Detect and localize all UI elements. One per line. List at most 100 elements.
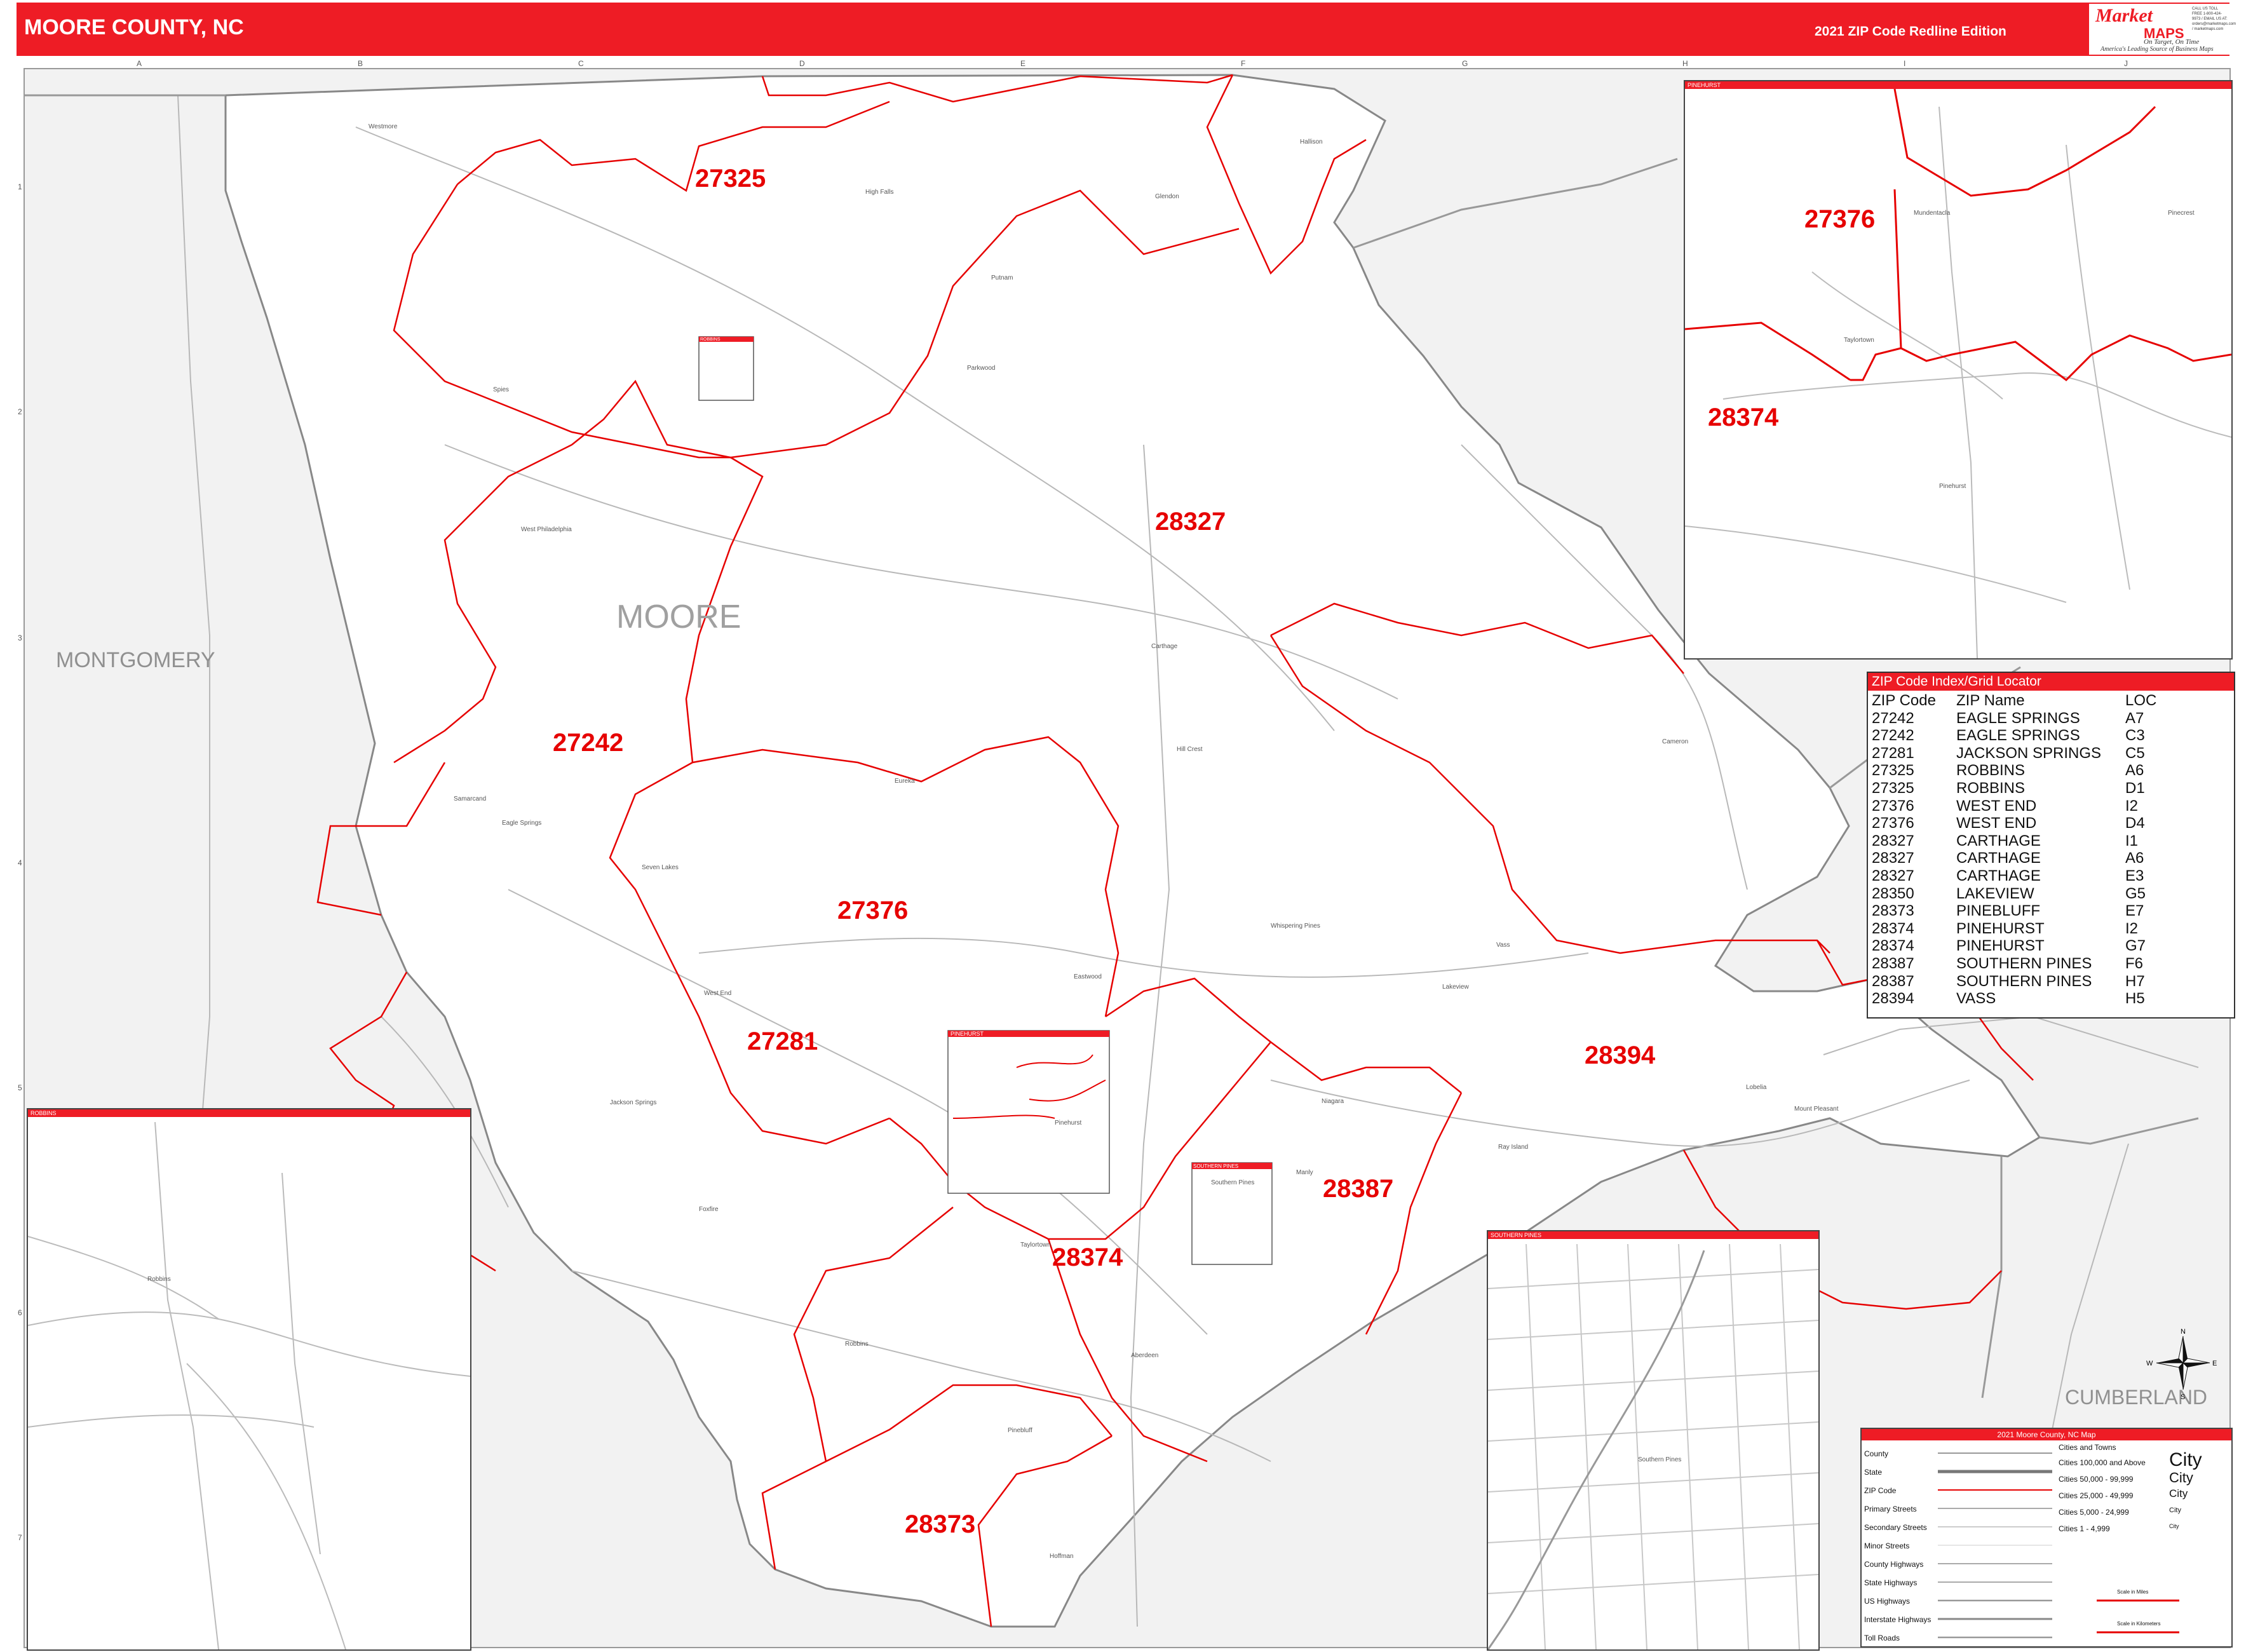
legend-county: County [1864,1449,1889,1458]
place-taylortown: Taylortown [1020,1242,1051,1249]
table-row: 28327 CARTHAGE E3 [1872,867,2144,884]
grid-col-g: G [1462,59,1468,68]
legend-interstate-highways: Interstate Highways [1864,1615,1931,1624]
place-southern-pines: Southern Pines [1211,1179,1254,1186]
place-hoffman: Hoffman [1050,1553,1074,1560]
southern-pines-marker-label: SOUTHERN PINES [1193,1163,1238,1169]
zip-index-grid: ZIP Code ZIP Name LOC 27242 EAGLE SPRINGS… [1872,692,2156,1008]
grid-col-a: A [137,59,142,68]
zip-label-28387: 28387 [1323,1175,1393,1203]
place-carthage: Carthage [1151,643,1178,650]
grid-row-5: 5 [18,1083,22,1092]
table-row: 27242 EAGLE SPRINGS C3 [1872,727,2145,745]
table-row: 28327 CARTHAGE I1 [1872,832,2139,850]
grid-col-f: F [1241,59,1245,68]
legend-us-highways: US Highways [1864,1597,1911,1606]
place-spies: Spies [493,386,509,393]
legend-city-sample-3: City [2169,1487,2188,1500]
place-foxfire: Foxfire [699,1206,719,1213]
legend-primary-streets: Primary Streets [1864,1505,1917,1513]
place-vass: Vass [1496,942,1510,949]
compass-n: N [2181,1328,2186,1336]
place-west-end: West End [704,990,731,997]
zip-index-col-loc: LOC [2125,692,2157,709]
inset-place-2: Taylortown [1844,337,1874,344]
grid-col-h: H [1682,59,1688,68]
place-cameron: Cameron [1662,738,1688,745]
zip-label-27376: 27376 [837,897,908,924]
table-row: 27325 ROBBINS D1 [1872,779,2145,797]
grid-row-6: 6 [18,1308,22,1317]
inset-southern-pines-map: Southern Pines [1488,1243,1818,1649]
place-parkwood: Parkwood [967,365,995,372]
place-ray-island: Ray Island [1498,1144,1528,1151]
place-jackson-springs: Jackson Springs [610,1099,656,1106]
legend-city-size-4: Cities 5,000 - 24,999 [2059,1508,2129,1517]
place-hill-crest: Hill Crest [1177,746,1203,753]
place-lobelia: Lobelia [1746,1084,1767,1091]
grid-col-c: C [578,59,584,68]
inset-pinehurst: PINEHURST Mundentacla Taylortown Pinehur… [1684,80,2233,660]
place-putnam: Putnam [991,274,1013,281]
inset-robbins: ROBBINS Robbins [27,1108,471,1651]
inset-zip-28374: 28374 [1708,403,1779,431]
zip-label-28394: 28394 [1585,1041,1656,1069]
place-hallison: Hallison [1300,139,1323,146]
grid-col-d: D [799,59,805,68]
place-eastwood: Eastwood [1074,973,1102,980]
zip-index-col-name: ZIP Name [1956,692,2025,709]
inset-place-3: Pinehurst [1939,483,1966,490]
legend-city-size-5: Cities 1 - 4,999 [2059,1524,2110,1533]
place-samarcand: Samarcand [454,796,486,802]
table-row: 28387 SOUTHERN PINES H7 [1872,972,2145,990]
legend-toll-roads: Toll Roads [1864,1634,1900,1642]
place-eagle-springs: Eagle Springs [502,820,541,827]
table-row: 28374 PINEHURST G7 [1872,937,2146,955]
table-row: 27376 WEST END I2 [1872,797,2139,815]
grid-row-labels: 1 2 3 4 5 6 7 [18,182,22,1542]
place-robbins: Robbins [845,1341,869,1348]
place-whispering-pines: Whispering Pines [1271,923,1320,930]
county-label-montgomery: MONTGOMERY [56,648,215,672]
table-row: 27281 JACKSON SPRINGS C5 [1872,744,2145,762]
legend-city-sample-1: City [2169,1449,2202,1470]
zip-label-27325: 27325 [695,165,766,193]
zip-label-28373: 28373 [905,1510,975,1538]
table-row: 27325 ROBBINS A6 [1872,762,2144,780]
place-aberdeen: Aberdeen [1131,1352,1158,1359]
zip-index-col-zip: ZIP Code [1872,692,1936,709]
grid-col-b: B [358,59,363,68]
table-row: 28387 SOUTHERN PINES F6 [1872,954,2144,972]
place-manly: Manly [1296,1169,1313,1176]
zip-label-27281: 27281 [747,1027,818,1055]
place-seven-lakes: Seven Lakes [642,864,679,871]
legend-state-highways: State Highways [1864,1578,1918,1587]
zip-index-header-row: ZIP Code ZIP Name LOC [1872,692,2156,710]
grid-col-j: J [2124,59,2128,68]
legend-secondary-streets: Secondary Streets [1864,1523,1927,1532]
inset-zip-27376: 27376 [1804,205,1875,233]
compass-w: W [2146,1360,2153,1367]
legend-city-sample-2: City [2169,1470,2193,1486]
place-lakeview: Lakeview [1442,984,1469,991]
compass-e: E [2212,1360,2217,1367]
place-high-falls: High Falls [865,189,893,196]
place-westmore: Westmore [369,123,398,130]
legend-zip: ZIP Code [1864,1486,1897,1495]
inset-southern-pines: SOUTHERN PINES Southern Pines [1487,1230,1820,1651]
zip-label-28327: 28327 [1155,508,1226,536]
place-niagara: Niagara [1322,1098,1344,1105]
legend-city-sample-5: City [2169,1523,2179,1529]
table-row: 27242 EAGLE SPRINGS A7 [1872,709,2144,727]
inset-robbins-map: Robbins [28,1121,470,1649]
table-row: 28374 PINEHURST I2 [1872,919,2139,937]
table-row: 28350 LAKEVIEW G5 [1872,884,2146,902]
place-glendon: Glendon [1155,193,1179,200]
inset-pinehurst-map: Mundentacla Taylortown Pinehurst Pinecre… [1685,88,2231,658]
county-label-cumberland: CUMBERLAND [2065,1386,2207,1409]
table-row: 28373 PINEBLUFF E7 [1872,902,2144,920]
legend-scale-km: Scale in Kilometers [2117,1621,2161,1627]
grid-row-7: 7 [18,1533,22,1542]
legend-city-size-2: Cities 50,000 - 99,999 [2059,1475,2134,1484]
place-pinebluff: Pinebluff [1008,1427,1032,1434]
